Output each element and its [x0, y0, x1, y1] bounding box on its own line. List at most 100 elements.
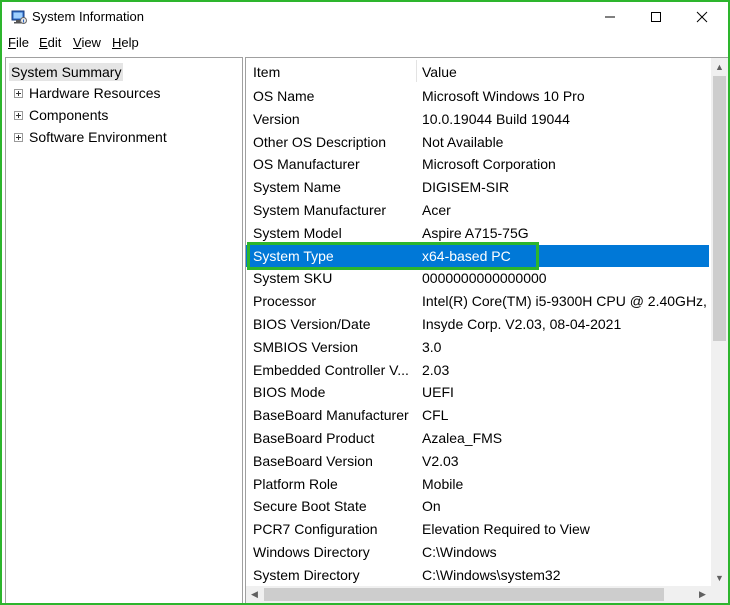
row-item-cell: Windows Directory: [253, 544, 370, 560]
row-item-cell: System Type: [253, 247, 334, 264]
row-value-cell: Elevation Required to View: [422, 521, 590, 538]
table-row[interactable]: System SKU 0000000000000000: [246, 267, 709, 289]
maximize-icon: [651, 12, 661, 22]
row-value-cell: On: [422, 498, 441, 515]
row-item-cell: PCR7 Configuration: [253, 521, 378, 538]
tree-item-hardware-resources[interactable]: Hardware Resources: [6, 82, 161, 104]
list-header: Item Value: [246, 58, 709, 84]
table-row[interactable]: BaseBoard Product Azalea_FMS: [246, 427, 709, 449]
table-row[interactable]: BaseBoard Version V2.03: [246, 450, 709, 472]
table-row[interactable]: Embedded Controller V... 2.03: [246, 359, 709, 381]
minimize-button[interactable]: [587, 2, 633, 32]
row-item-cell: Processor: [253, 293, 317, 310]
table-row[interactable]: BIOS Version/Date Insyde Corp. V2.03, 08-…: [246, 313, 709, 335]
column-header-item[interactable]: Item: [253, 64, 280, 80]
row-item-cell: BIOS Mode: [253, 384, 326, 401]
tree-item-system-summary[interactable]: System Summary: [9, 61, 124, 83]
row-value-cell: Microsoft Windows 10 Pro: [422, 88, 585, 104]
row-item-cell: Other OS Description: [253, 133, 387, 150]
maximize-button[interactable]: [633, 2, 679, 32]
row-value-cell: UEFI: [422, 384, 454, 401]
row-item-cell: OS Manufacturer: [253, 156, 360, 173]
table-row[interactable]: Other OS Description Not Available: [246, 131, 709, 153]
tree-item-label: Hardware Resources: [29, 85, 161, 101]
row-value-cell: 0000000000000000: [422, 270, 547, 287]
row-value-cell: Insyde Corp. V2.03, 08-04-2021: [422, 316, 622, 332]
horizontal-scroll-thumb[interactable]: [264, 588, 664, 601]
horizontal-scrollbar[interactable]: ◀ ▶: [246, 586, 711, 603]
table-row[interactable]: BaseBoard Manufacturer CFL: [246, 404, 709, 426]
column-header-value[interactable]: Value: [422, 64, 457, 80]
row-value-cell: x64-based PC: [422, 247, 511, 264]
table-row[interactable]: Secure Boot State On: [246, 495, 709, 517]
table-row[interactable]: Windows Directory C:\Windows: [246, 541, 709, 563]
row-item-cell: Embedded Controller V...: [253, 361, 409, 378]
row-value-cell: Azalea_FMS: [422, 430, 503, 446]
row-value-cell: 2.03: [422, 361, 450, 378]
row-value-cell: 3.0: [422, 338, 442, 355]
minimize-icon: [605, 16, 615, 18]
tree-item-software-environment[interactable]: Software Environment: [6, 126, 167, 148]
table-row[interactable]: Processor Intel(R) Core(TM) i5-9300H CPU …: [246, 290, 719, 312]
row-value-cell: Aspire A715-75G: [422, 224, 529, 241]
menu-help[interactable]: Help: [112, 35, 139, 50]
close-button[interactable]: [679, 2, 725, 32]
expand-icon[interactable]: [14, 88, 23, 98]
table-row[interactable]: System Manufacturer Acer: [246, 199, 709, 221]
table-row[interactable]: Platform Role Mobile: [246, 473, 709, 495]
table-row[interactable]: BIOS Mode UEFI: [246, 381, 709, 403]
menu-bar: File Edit View Help: [2, 32, 728, 54]
close-icon: [696, 11, 708, 23]
row-item-cell: System Name: [253, 179, 341, 196]
row-value-cell: 10.0.19044 Build 19044: [422, 110, 570, 127]
scroll-down-icon[interactable]: ▼: [711, 569, 728, 586]
row-item-cell: BIOS Version/Date: [253, 316, 371, 332]
row-item-cell: System Manufacturer: [253, 202, 387, 218]
table-row[interactable]: System Name DIGISEM-SIR: [246, 176, 709, 198]
system-information-icon: [11, 10, 27, 24]
row-value-cell: DIGISEM-SIR: [422, 179, 510, 196]
scroll-up-icon[interactable]: ▲: [711, 58, 728, 75]
title-bar[interactable]: System Information: [2, 2, 728, 32]
expand-icon[interactable]: [14, 132, 23, 142]
table-row[interactable]: OS Manufacturer Microsoft Corporation: [246, 153, 709, 175]
row-value-cell: Microsoft Corporation: [422, 156, 556, 173]
table-row[interactable]: PCR7 Configuration Elevation Required to …: [246, 518, 709, 540]
menu-file[interactable]: File: [8, 35, 29, 50]
row-value-cell: Acer: [422, 202, 451, 218]
category-tree[interactable]: System Summary Hardware Resources Compon…: [5, 57, 243, 603]
scroll-left-icon[interactable]: ◀: [246, 586, 263, 603]
row-item-cell: Platform Role: [253, 475, 338, 492]
tree-item-label: Components: [29, 107, 109, 123]
row-value-cell: V2.03: [422, 452, 459, 469]
row-item-cell: BaseBoard Version: [253, 452, 373, 469]
menu-view[interactable]: View: [73, 35, 101, 50]
vertical-scroll-thumb[interactable]: [713, 76, 726, 341]
row-item-cell: OS Name: [253, 88, 315, 104]
table-row[interactable]: System Type x64-based PC: [246, 244, 709, 267]
row-item-cell: SMBIOS Version: [253, 338, 359, 355]
row-value-cell: Intel(R) Core(TM) i5-9300H CPU @ 2.40GHz…: [422, 293, 719, 310]
vertical-scrollbar[interactable]: ▲ ▼: [711, 58, 728, 586]
row-value-cell: C:\Windows\system32: [422, 566, 561, 583]
table-row[interactable]: System Directory C:\Windows\system32: [246, 564, 709, 586]
row-item-cell: BaseBoard Manufacturer: [253, 407, 409, 424]
tree-item-components[interactable]: Components: [6, 104, 108, 126]
table-row[interactable]: Version 10.0.19044 Build 19044: [246, 108, 709, 130]
table-row[interactable]: OS Name Microsoft Windows 10 Pro: [246, 85, 709, 107]
row-item-cell: System Model: [253, 224, 342, 241]
tree-item-label: System Summary: [9, 63, 124, 81]
row-value-cell: CFL: [422, 407, 449, 424]
system-information-window: System Information File Edit View Help S…: [0, 0, 730, 605]
menu-edit[interactable]: Edit: [39, 35, 61, 50]
table-row[interactable]: System Model Aspire A715-75G: [246, 222, 709, 244]
scroll-right-icon[interactable]: ▶: [694, 586, 711, 603]
row-value-cell: Not Available: [422, 133, 504, 150]
row-value-cell: Mobile: [422, 475, 464, 492]
row-item-cell: System Directory: [253, 566, 360, 583]
table-row[interactable]: SMBIOS Version 3.0: [246, 336, 709, 358]
details-list[interactable]: Item Value OS Name Microsoft Windows 10 P…: [245, 57, 728, 603]
expand-icon[interactable]: [14, 110, 23, 120]
column-divider[interactable]: [416, 60, 417, 82]
scroll-corner: [711, 586, 728, 603]
